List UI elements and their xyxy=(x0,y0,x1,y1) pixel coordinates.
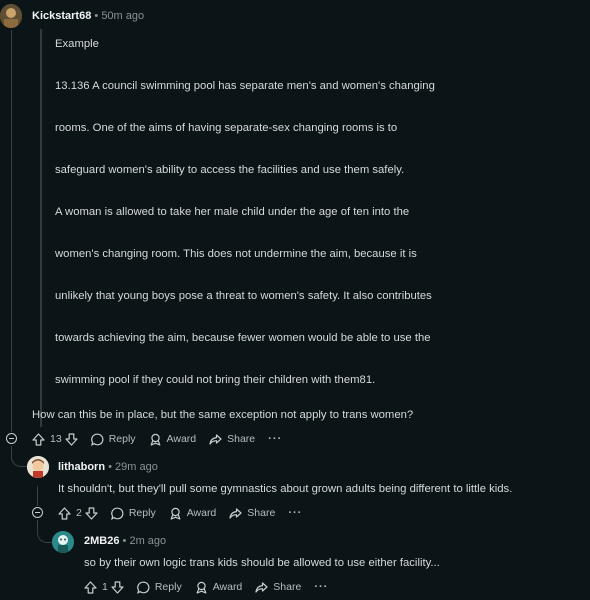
separator-dot: • xyxy=(122,535,127,547)
reply-label: Reply xyxy=(128,507,156,519)
quote-line: unlikely that young boys pose a threat t… xyxy=(55,290,432,302)
quote-line: 13.136 A council swimming pool has separ… xyxy=(55,80,435,92)
collapse-icon[interactable] xyxy=(32,507,43,518)
award-button[interactable]: Award xyxy=(195,581,243,594)
vote-count: 13 xyxy=(50,433,62,445)
vote-group: 13 xyxy=(32,432,78,446)
share-button[interactable]: Share xyxy=(209,433,255,446)
quote-line: towards achieving the aim, because fewer… xyxy=(55,332,431,344)
timestamp[interactable]: 29m ago xyxy=(115,461,158,473)
thread-line-main xyxy=(11,30,12,432)
comment-meta: 2MB26 • 2m ago xyxy=(84,535,166,547)
upvote-icon[interactable] xyxy=(32,432,45,446)
comment-meta: Kickstart68 • 50m ago xyxy=(32,10,144,22)
thread-line-reply1 xyxy=(37,486,38,506)
share-button[interactable]: Share xyxy=(255,581,301,594)
comment-body: How can this be in place, but the same e… xyxy=(32,409,414,421)
reply-button[interactable]: Reply xyxy=(136,581,182,594)
more-options-button[interactable]: ··· xyxy=(314,581,328,593)
quote-line: Example xyxy=(55,38,99,50)
collapse-icon[interactable] xyxy=(6,433,17,444)
award-label: Award xyxy=(186,507,217,519)
comment-meta: lithaborn • 29m ago xyxy=(58,461,158,473)
comment-icon xyxy=(110,507,124,520)
award-icon xyxy=(170,507,181,520)
quote-line: safeguard women's ability to access the … xyxy=(55,164,405,176)
username[interactable]: lithaborn xyxy=(58,461,105,473)
timestamp[interactable]: 2m ago xyxy=(129,535,166,547)
reply-button[interactable]: Reply xyxy=(90,433,136,446)
comment-body: so by their own logic trans kids should … xyxy=(84,557,440,569)
thread-connector-reply2 xyxy=(37,520,52,543)
avatar[interactable] xyxy=(52,531,74,553)
timestamp[interactable]: 50m ago xyxy=(101,10,144,22)
award-button[interactable]: Award xyxy=(149,433,197,446)
downvote-icon[interactable] xyxy=(65,432,78,446)
award-button[interactable]: Award xyxy=(169,507,217,520)
award-icon xyxy=(150,433,160,446)
separator-dot: • xyxy=(94,10,99,22)
separator-dot: • xyxy=(108,461,112,473)
share-icon xyxy=(255,581,268,593)
comment-actions: 1 Reply Award Share ··· xyxy=(84,578,328,596)
comment-body: It shouldn't, but they'll pull some gymn… xyxy=(58,483,513,495)
downvote-icon[interactable] xyxy=(111,580,124,594)
share-label: Share xyxy=(273,581,302,593)
avatar[interactable] xyxy=(0,4,22,28)
award-label: Award xyxy=(166,433,197,445)
share-label: Share xyxy=(227,433,256,445)
avatar[interactable] xyxy=(27,456,49,478)
reply-label: Reply xyxy=(154,581,182,593)
reply-button[interactable]: Reply xyxy=(110,507,156,520)
quote-line: rooms. One of the aims of having separat… xyxy=(55,122,398,134)
upvote-icon[interactable] xyxy=(84,580,97,594)
award-icon xyxy=(196,581,207,594)
username[interactable]: 2MB26 xyxy=(84,535,119,547)
reply-label: Reply xyxy=(108,433,136,445)
downvote-icon[interactable] xyxy=(85,506,98,520)
award-label: Award xyxy=(212,581,243,593)
vote-count: 1 xyxy=(102,581,108,593)
upvote-icon[interactable] xyxy=(58,506,71,520)
share-button[interactable]: Share xyxy=(229,507,275,520)
thread-connector-reply1 xyxy=(11,446,28,467)
more-options-button[interactable]: ··· xyxy=(288,507,302,519)
username[interactable]: Kickstart68 xyxy=(32,10,91,22)
comment-icon xyxy=(136,581,150,594)
share-icon xyxy=(229,507,242,519)
more-options-button[interactable]: ··· xyxy=(268,433,282,445)
share-label: Share xyxy=(247,507,276,519)
comment-actions: 13 Reply Award Share ··· xyxy=(32,430,282,448)
comment-icon xyxy=(90,433,104,446)
quote-line: A woman is allowed to take her male chil… xyxy=(55,206,410,218)
vote-group: 2 xyxy=(58,506,98,520)
vote-group: 1 xyxy=(84,580,124,594)
vote-count: 2 xyxy=(76,507,82,519)
quote-line: women's changing room. This does not und… xyxy=(55,248,417,260)
share-icon xyxy=(209,433,222,445)
comment-actions: 2 Reply Award Share ··· xyxy=(58,504,302,522)
quote-line: swimming pool if they could not bring th… xyxy=(55,374,376,386)
